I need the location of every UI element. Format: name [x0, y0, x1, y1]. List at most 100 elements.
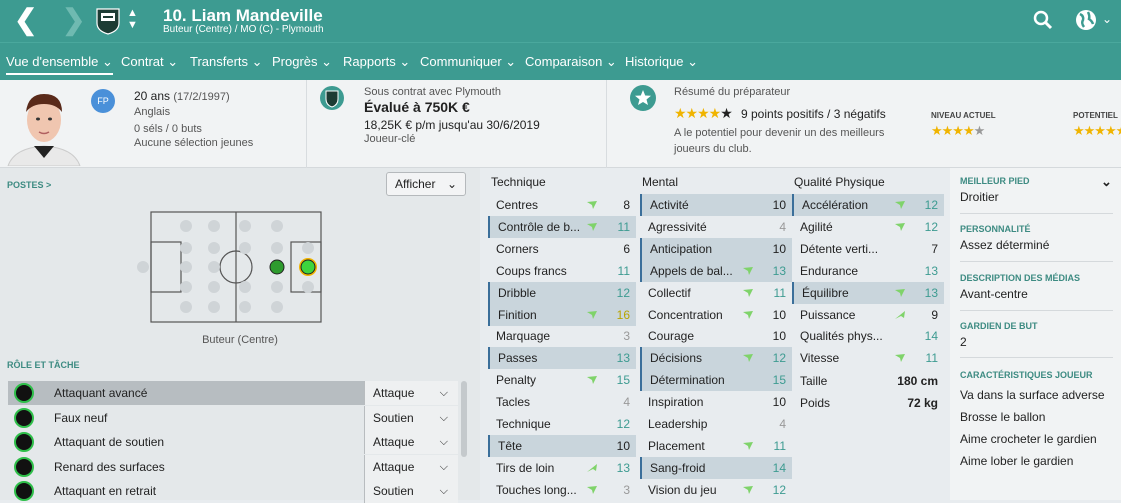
attribute-label: Vision du jeu [648, 482, 717, 497]
attribute-row[interactable]: Centres 8 [488, 194, 636, 216]
attribute-row[interactable]: Contrôle de b... 11 [488, 215, 636, 238]
forward-arrow-icon[interactable]: ❯ [62, 6, 85, 34]
attribute-row[interactable]: Tirs de loin 13 [488, 457, 636, 479]
positions-title[interactable]: POSTES > [7, 180, 51, 190]
attribute-row[interactable]: Agressivité 4 [640, 216, 792, 238]
attribute-label: Leadership [648, 417, 708, 431]
player-nationality: Anglais [134, 106, 171, 118]
attribute-row[interactable]: Marquage 3 [488, 325, 636, 347]
attribute-row[interactable]: Placement 11 [640, 435, 792, 457]
role-row[interactable]: Faux neuf Soutien ⌵ [8, 406, 458, 430]
position-pitch [137, 211, 322, 323]
attribute-value: 11 [617, 263, 630, 278]
role-row[interactable]: Attaquant de soutien Attaque ⌵ [8, 430, 458, 454]
attribute-value: 10 [772, 241, 786, 256]
tab-overview[interactable]: Vue d'ensemble ⌄ [6, 43, 113, 81]
tab-comparison[interactable]: Comparaison ⌄ [525, 43, 617, 81]
mental-title: Mental [642, 175, 679, 189]
position-name: Buteur (Centre) [202, 334, 278, 346]
attribute-label: Tirs de loin [496, 460, 555, 475]
attribute-row[interactable]: Finition 16 [488, 303, 636, 326]
attribute-row[interactable]: Appels de bal... 13 [640, 259, 792, 282]
duty-select[interactable]: Attaque ⌵ [364, 430, 458, 454]
attribute-row[interactable]: Anticipation 10 [640, 237, 792, 260]
duty-select[interactable]: Soutien ⌵ [364, 406, 458, 430]
attribute-row[interactable]: Vision du jeu 12 [640, 479, 792, 501]
attribute-value: 12 [616, 417, 630, 431]
attribute-row[interactable]: Puissance 9 [792, 304, 944, 326]
attribute-row[interactable]: Passes 13 [488, 347, 636, 370]
attribute-row[interactable]: Décisions 12 [640, 347, 792, 370]
contract-label: Sous contrat avec Plymouth [364, 86, 501, 98]
attribute-value: 4 [779, 417, 786, 431]
trait-item: Aime lober le gardien [960, 454, 1074, 468]
attribute-row[interactable]: Concentration 10 [640, 304, 792, 326]
attribute-value: 8 [623, 198, 630, 212]
attribute-row[interactable]: Dribble 12 [488, 281, 636, 304]
chevron-down-icon[interactable]: ⌄ [1101, 174, 1112, 190]
roles-scrollbar[interactable] [461, 381, 467, 457]
player-switch-icon[interactable]: ▲ ▼ [127, 7, 138, 31]
attribute-row[interactable]: Coups francs 11 [488, 260, 636, 282]
attribute-row[interactable]: Courage 10 [640, 325, 792, 347]
attribute-row[interactable]: Touches long... 3 [488, 479, 636, 501]
attribute-label: Activité [650, 198, 689, 212]
attribute-row[interactable]: Équilibre 13 [792, 281, 944, 304]
attribute-row[interactable]: Vitesse 11 [792, 347, 944, 369]
attribute-row[interactable]: Collectif 11 [640, 282, 792, 304]
back-arrow-icon[interactable]: ❮ [14, 6, 37, 34]
attribute-label: Placement [648, 438, 705, 453]
duty-select[interactable]: Attaque ⌵ [364, 381, 458, 405]
globe-icon[interactable] [1075, 9, 1097, 31]
progress-arrow-icon [743, 354, 753, 363]
mental-column: Mental Activité 10 Agressivité 4 Anticipatio… [640, 168, 792, 500]
attribute-row[interactable]: Qualités phys... 14 [792, 325, 944, 347]
tab-history[interactable]: Historique ⌄ [625, 43, 698, 81]
height-row: Taille 180 cm [800, 374, 938, 388]
attribute-row[interactable]: Agilité 12 [792, 216, 944, 238]
tab-contract[interactable]: Contrat ⌄ [121, 43, 178, 81]
tab-reports[interactable]: Rapports ⌄ [343, 43, 410, 81]
attribute-value: 12 [772, 351, 786, 366]
duty-select[interactable]: Attaque ⌵ [364, 455, 458, 479]
attribute-label: Collectif [648, 285, 691, 300]
attribute-row[interactable]: Corners 6 [488, 238, 636, 260]
attribute-row[interactable]: Tacles 4 [488, 391, 636, 413]
role-row[interactable]: Attaquant en retrait Soutien ⌵ [8, 479, 458, 503]
attribute-row[interactable]: Détermination 15 [640, 369, 792, 392]
role-row[interactable]: Renard des surfaces Attaque ⌵ [8, 455, 458, 479]
attribute-row[interactable]: Détente verti... 7 [792, 238, 944, 260]
attribute-row[interactable]: Activité 10 [640, 194, 792, 216]
attribute-row[interactable]: Penalty 15 [488, 369, 636, 391]
trait-item: Aime crocheter le gardien [960, 432, 1097, 446]
attribute-label: Tête [498, 438, 523, 453]
attribute-label: Sang-froid [650, 460, 706, 475]
attribute-label: Centres [496, 198, 539, 212]
tab-transfers[interactable]: Transferts ⌄ [190, 43, 263, 81]
technique-title: Technique [491, 175, 546, 189]
attribute-row[interactable]: Endurance 13 [792, 260, 944, 282]
attribute-value: 13 [616, 351, 630, 366]
attribute-row[interactable]: Technique 12 [488, 413, 636, 435]
search-icon[interactable] [1033, 10, 1053, 30]
attribute-row[interactable]: Sang-froid 14 [640, 456, 792, 479]
attribute-value: 13 [924, 285, 938, 300]
attribute-row[interactable]: Leadership 4 [640, 413, 792, 435]
attribute-row[interactable]: Accélération 12 [792, 194, 944, 216]
role-row[interactable]: Attaquant avancé Attaque ⌵ [8, 381, 458, 405]
attribute-label: Courage [648, 329, 695, 344]
progress-arrow-icon [587, 310, 597, 319]
show-button[interactable]: Afficher ⌄ [386, 172, 466, 196]
attribute-label: Technique [496, 417, 551, 431]
star-badge-icon [630, 85, 656, 111]
attribute-row[interactable]: Inspiration 10 [640, 391, 792, 413]
coach-points: 9 points positifs / 3 négatifs [741, 107, 886, 121]
duty-select[interactable]: Soutien ⌵ [364, 479, 458, 503]
attribute-value: 11 [773, 285, 786, 300]
attribute-label: Contrôle de b... [498, 219, 581, 234]
tab-progress[interactable]: Progrès ⌄ [272, 43, 332, 81]
tab-communicate[interactable]: Communiquer ⌄ [420, 43, 516, 81]
chevron-down-icon[interactable]: ⌄ [1102, 12, 1112, 26]
attribute-row[interactable]: Tête 10 [488, 434, 636, 457]
progress-arrow-icon [743, 266, 753, 275]
